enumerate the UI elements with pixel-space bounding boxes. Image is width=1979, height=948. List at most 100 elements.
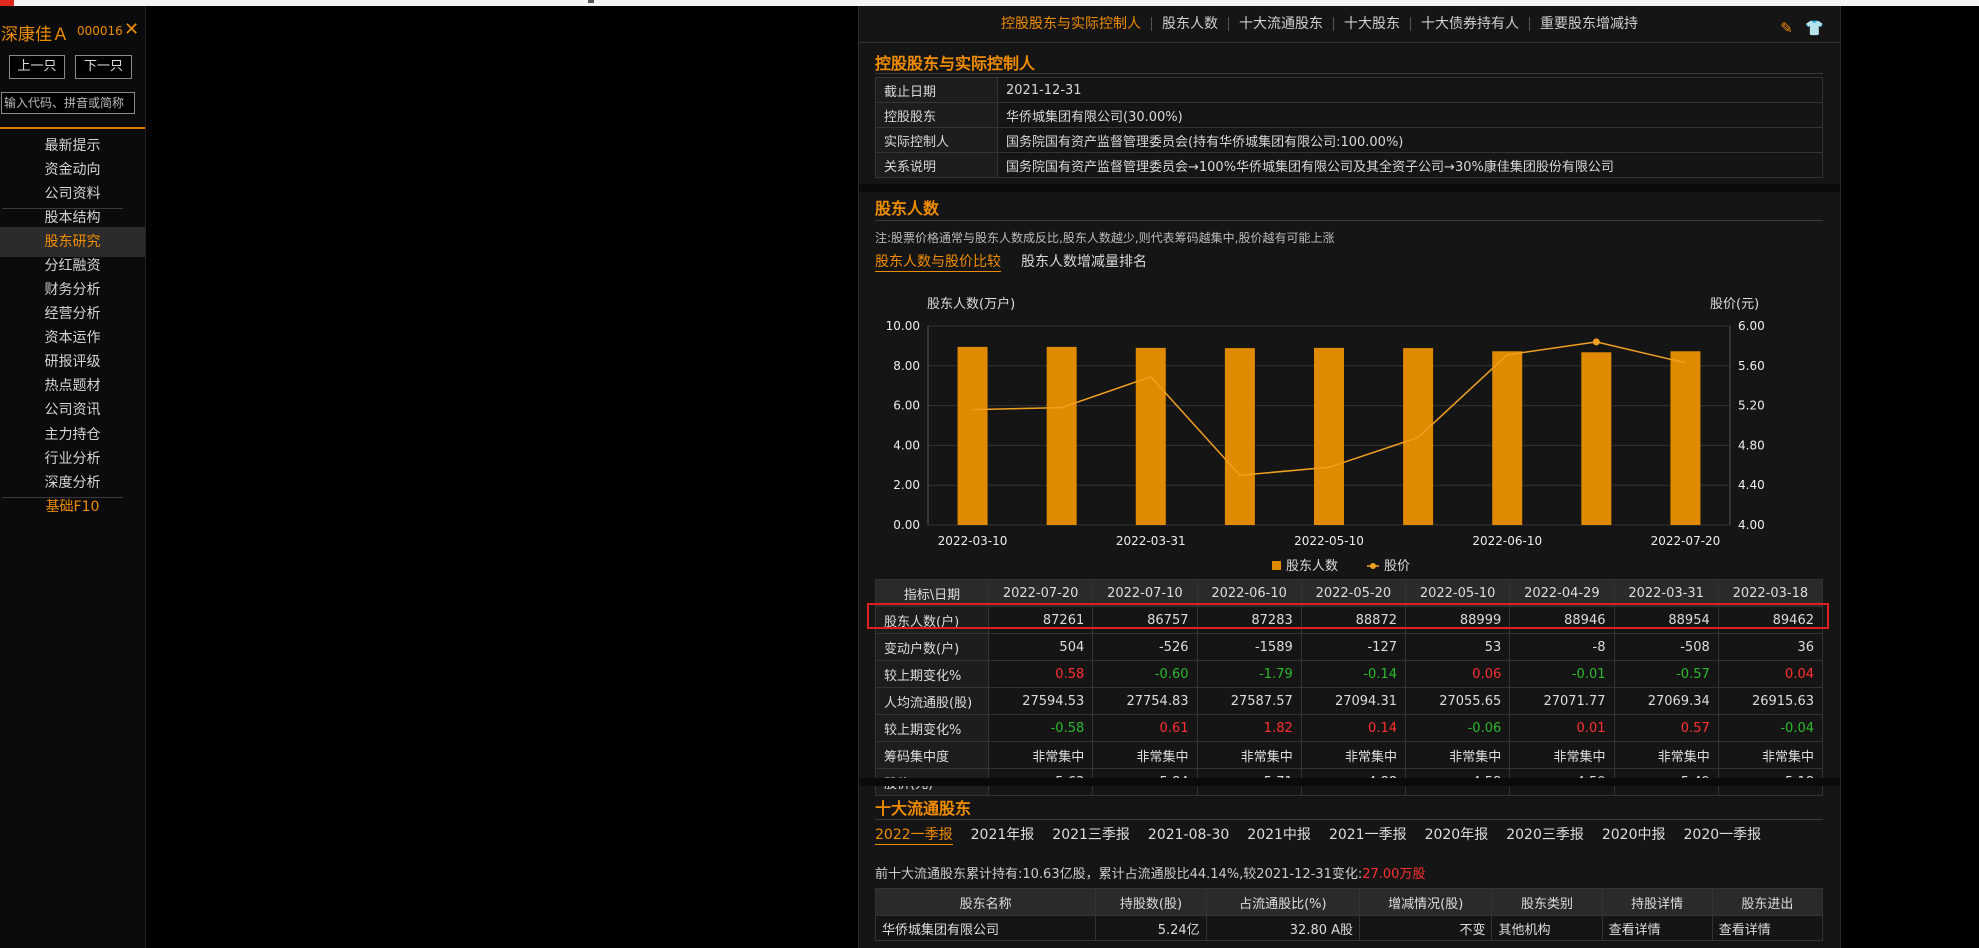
info-key: 控股股东: [875, 102, 998, 128]
quarter-tab-1[interactable]: 2021年报: [971, 824, 1035, 844]
stock-header: 深康佳Ａ 000016 ✕: [0, 19, 145, 45]
info-key: 关系说明: [875, 152, 998, 178]
close-icon[interactable]: ✕: [124, 19, 139, 40]
table-cell: 0.06: [1404, 660, 1511, 688]
table-cell: 27754.83: [1092, 687, 1198, 715]
x-tick-label: 2022-06-10: [1472, 534, 1542, 548]
prev-stock-button[interactable]: 上一只: [9, 55, 65, 79]
section-band: [859, 778, 1840, 786]
quarter-tab-2[interactable]: 2021三季报: [1052, 824, 1130, 844]
x-tick-label: 2022-03-10: [938, 534, 1008, 548]
table-cell: -1.79: [1196, 660, 1302, 688]
row-label: 较上期变化%: [875, 660, 989, 688]
table-cell: 0.14: [1300, 714, 1407, 742]
table-cell: 88999: [1404, 606, 1511, 634]
table-cell: -0.57: [1613, 660, 1719, 688]
tab-4[interactable]: 十大债券持有人: [1411, 17, 1530, 31]
table-cell: 非常集中: [1717, 741, 1824, 769]
table-header-cell: 指标\日期: [875, 579, 989, 607]
table-cell: 36: [1717, 633, 1824, 661]
edit-icon[interactable]: ✎: [1780, 19, 1793, 37]
stock-name: 深康佳Ａ: [1, 25, 69, 45]
stock-search-input[interactable]: [1, 92, 135, 114]
table-cell: 87261: [987, 606, 1094, 634]
row-label: 股东人数(户): [875, 606, 989, 634]
tab-1[interactable]: 股东人数: [1152, 17, 1229, 31]
main-panel: 控股股东与实际控制人 股东人数 十大流通股东 十大股东 十大债券持有人 重要股东增减持 ✎…: [858, 6, 1841, 948]
tab-5[interactable]: 重要股东增减持: [1530, 17, 1648, 31]
table-cell: -526: [1092, 633, 1198, 661]
info-value: 国务院国有资产监督管理委员会→100%华侨城集团有限公司及其全资子公司→30%康…: [997, 152, 1823, 178]
summary-change: 27.00万股: [1362, 867, 1426, 882]
table-cell: 0.57: [1613, 714, 1719, 742]
top10-header-cell: 股东进出: [1711, 888, 1824, 916]
y-tick-left: 4.00: [893, 438, 920, 452]
top10-header-cell: 持股数(股): [1095, 888, 1207, 916]
tab-row: 控股股东与实际控制人 股东人数 十大流通股东 十大股东 十大债券持有人 重要股东增减持: [991, 16, 1648, 32]
quarter-tab-8[interactable]: 2020中报: [1602, 824, 1666, 844]
legend-holders: 股东人数: [1286, 559, 1338, 574]
table-cell: 0.58: [987, 660, 1094, 688]
tab-icons: ✎ 👕: [1772, 19, 1824, 37]
top10-cell: 5.24亿: [1095, 915, 1207, 941]
top10-header-cell: 增减情况(股): [1359, 888, 1493, 916]
top10-table: 股东名称 持股数(股) 占流通股比(%) 增减情况(股) 股东类别 持股详情 股东进出 华侨城…: [874, 888, 1824, 941]
table-cell: 27055.65: [1404, 687, 1511, 715]
section-divider: [875, 220, 1823, 221]
quarter-tab-7[interactable]: 2020三季报: [1506, 824, 1584, 844]
y-tick-left: 6.00: [893, 399, 920, 413]
window-tick-mark: [588, 0, 594, 3]
quarter-tab-4[interactable]: 2021中报: [1247, 824, 1311, 844]
y-tick-right: 4.00: [1738, 518, 1765, 532]
tab-2[interactable]: 十大流通股东: [1229, 17, 1334, 31]
table-cell: 88872: [1300, 606, 1407, 634]
table-cell: 非常集中: [1196, 741, 1302, 769]
bar-holders: [1314, 347, 1344, 525]
table-cell: 0.61: [1092, 714, 1198, 742]
top10-row: 华侨城集团有限公司 5.24亿 32.80 A股 不变 其他机构 查看详情 查看详情: [874, 915, 1824, 941]
legend-price: 股价: [1384, 559, 1410, 574]
sidebar-item-15[interactable]: 基础F10: [0, 492, 145, 522]
table-row: 较上期变化% 0.58 -0.60 -1.79 -0.14 0.06 -0.01 -0.57 0…: [875, 660, 1824, 688]
table-cell: 27094.31: [1300, 687, 1407, 715]
table-header-cell: 2022-07-20: [987, 579, 1094, 607]
quarter-tab-0[interactable]: 2022一季报: [875, 824, 953, 845]
price-point: [1592, 338, 1600, 346]
summary-text: 前十大流通股东累计持有:10.63亿股，累计占流通股比44.14%,较2021-…: [875, 867, 1363, 882]
table-cell: -0.60: [1092, 660, 1198, 688]
info-row: 实际控制人 国务院国有资产监督管理委员会(持有华侨城集团有限公司:100.00%): [875, 127, 1823, 153]
y-axis-right-title: 股价(元): [1710, 297, 1759, 312]
tab-0[interactable]: 控股股东与实际控制人: [991, 17, 1152, 31]
quarter-tab-3[interactable]: 2021-08-30: [1148, 827, 1229, 843]
view-detail-link[interactable]: 查看详情: [1601, 915, 1713, 941]
y-tick-left: 2.00: [893, 478, 920, 492]
quarter-tab-6[interactable]: 2020年报: [1425, 824, 1489, 844]
tabs-divider: [859, 42, 1840, 43]
table-cell: 0.04: [1717, 660, 1824, 688]
bar-holders: [1581, 352, 1612, 525]
table-cell: -508: [1613, 633, 1719, 661]
table-cell: -0.06: [1404, 714, 1511, 742]
section-divider: [875, 819, 1823, 820]
table-cell: -127: [1300, 633, 1407, 661]
table-header-cell: 2022-05-10: [1404, 579, 1511, 607]
table-cell: 27594.53: [987, 687, 1094, 715]
shirt-icon[interactable]: 👕: [1805, 19, 1824, 37]
quarter-tab-5[interactable]: 2021一季报: [1329, 824, 1407, 844]
bar-holders: [1046, 346, 1077, 525]
subtab-ranking[interactable]: 股东人数增减量排名: [1021, 251, 1147, 271]
table-cell: 0.01: [1509, 714, 1615, 742]
legend-line-dot: [1370, 563, 1376, 569]
subtab-compare[interactable]: 股东人数与股价比较: [875, 251, 1001, 272]
tab-3[interactable]: 十大股东: [1334, 17, 1411, 31]
holders-price-chart: 股东人数(万户) 股价(元) 0.00 2.00 4.00 6.00 8.00 10.00 4.…: [886, 296, 1765, 574]
table-header-cell: 2022-03-18: [1717, 579, 1824, 607]
table-cell: 1.82: [1196, 714, 1302, 742]
table-row: 人均流通股(股) 27594.53 27754.83 27587.57 27094.31…: [875, 687, 1824, 715]
table-header-cell: 2022-03-31: [1613, 579, 1719, 607]
next-stock-button[interactable]: 下一只: [75, 55, 132, 79]
view-detail-link[interactable]: 查看详情: [1711, 915, 1824, 941]
quarter-tab-9[interactable]: 2020一季报: [1684, 824, 1762, 844]
row-label: 筹码集中度: [875, 741, 989, 769]
info-row: 截止日期 2021-12-31: [875, 77, 1823, 103]
